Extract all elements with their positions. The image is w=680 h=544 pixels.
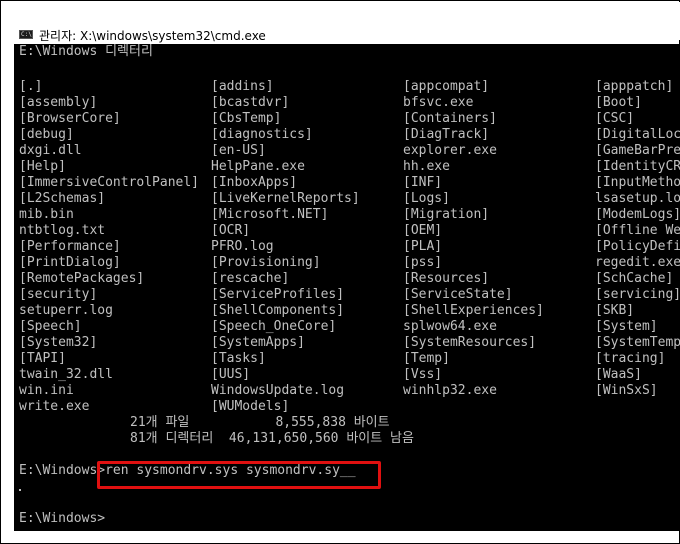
listing-entry: WindowsUpdate.log [211,383,345,398]
listing-entry: [Performance] [19,239,121,254]
listing-entry: [WinSxS] [595,383,658,398]
summary-dirs: 81개 디렉터리 46,131,650,560 바이트 남음 [130,431,414,446]
listing-entry: [TAPI] [19,351,66,366]
listing-entry: [Resources] [403,271,490,286]
listing-entry: [ShellExperiences] [403,303,544,318]
prompt: E:\Windows> [19,463,106,478]
listing-entry: [ImmersiveControlPanel] [19,175,200,190]
listing-entry: [WaaS] [595,367,642,382]
listing-entry: [LiveKernelReports] [211,191,360,206]
command-highlight-box [97,461,381,489]
listing-entry: [SystemApps] [211,335,305,350]
listing-entry: [Microsoft.NET] [211,207,329,222]
listing-entry: [diagnostics] [211,127,313,142]
listing-entry: [CbsTemp] [211,111,282,126]
directory-header: E:\Windows 디렉터리 [19,44,153,59]
listing-entry: [Vss] [403,367,443,382]
listing-entry: ntbtlog.txt [19,223,106,238]
listing-entry: [System] [595,319,658,334]
listing-entry: [IdentityCR [595,159,680,174]
listing-entry: [OEM] [403,223,443,238]
listing-entry: [pss] [403,255,443,270]
listing-entry: [SKB] [595,303,635,318]
cmd-icon: C:\ [19,30,33,39]
listing-entry: [security] [19,287,98,302]
listing-entry: PFRO.log [211,239,274,254]
listing-entry: write.exe [19,399,90,414]
listing-entry: win.ini [19,383,74,398]
listing-entry: [Help] [19,159,66,174]
listing-entry: [Containers] [403,111,497,126]
listing-entry: [UUS] [211,367,251,382]
listing-entry: twain_32.dll [19,367,113,382]
listing-entry: mib.bin [19,207,74,222]
title-bar[interactable]: C:\ 관리자: X:\windows\system32\cmd.exe [2,2,680,43]
listing-entry: winhlp32.exe [403,383,497,398]
window-title: 관리자: X:\windows\system32\cmd.exe [39,29,266,43]
listing-entry: [System32] [19,335,98,350]
listing-entry: [appcompat] [403,79,490,94]
dot-mark [19,489,21,491]
listing-entry: [INF] [403,175,443,190]
summary-files: 21개 파일 8,555,838 바이트 [130,415,390,430]
listing-entry: [PrintDialog] [19,255,121,270]
listing-entry: [RemotePackages] [19,271,145,286]
listing-entry: [SystemTemp [595,335,680,350]
listing-entry: [.] [19,79,43,94]
listing-entry: dxgi.dll [19,143,82,158]
listing-entry: [Migration] [403,207,490,222]
listing-entry: [DigitalLoc [595,127,680,142]
listing-entry: [OCR] [211,223,251,238]
listing-entry: [en-US] [211,143,266,158]
listing-entry: [L2Schemas] [19,191,106,206]
listing-entry: [DiagTrack] [403,127,490,142]
listing-entry: hh.exe [403,159,450,174]
listing-entry: [InboxApps] [211,175,298,190]
listing-entry: lsasetup.lo [595,191,680,206]
listing-entry: [InputMetho [595,175,680,190]
listing-entry: [SystemResources] [403,335,537,350]
listing-entry: splwow64.exe [403,319,497,334]
listing-entry: [PLA] [403,239,443,254]
listing-entry: [ServiceState] [403,287,513,302]
listing-entry: [bcastdvr] [211,95,290,110]
listing-entry: [Boot] [595,95,642,110]
listing-entry: [addins] [211,79,274,94]
listing-entry: [SchCache] [595,271,674,286]
listing-entry: explorer.exe [403,143,497,158]
listing-entry: [ServiceProfiles] [211,287,345,302]
listing-entry: [BrowserCore] [19,111,121,126]
listing-entry: [assembly] [19,95,98,110]
listing-entry: [rescache] [211,271,290,286]
listing-entry: [debug] [19,127,74,142]
listing-entry: [tracing] [595,351,666,366]
listing-entry: HelpPane.exe [211,159,305,174]
listing-entry: regedit.exe [595,255,680,270]
listing-entry: [Logs] [403,191,450,206]
listing-entry: [PolicyDefi [595,239,680,254]
listing-entry: [GameBarPre [595,143,680,158]
listing-entry: [ShellComponents] [211,303,345,318]
cmd-icon-glyph: C:\ [21,31,32,38]
listing-entry: setuperr.log [19,303,113,318]
console-area[interactable]: E:\Windows 디렉터리 [.] [addins] [appcompat] [a… [14,44,680,531]
listing-entry: [Temp] [403,351,450,366]
prompt-line-2[interactable]: E:\Windows> [19,511,105,527]
listing-entry: [Provisioning] [211,255,321,270]
listing-entry: [Offline We [595,223,680,238]
listing-entry: [servicing] [595,287,680,302]
listing-entry: [Speech_OneCore] [211,319,337,334]
listing-entry: [Speech] [19,319,82,334]
prompt: E:\Windows> [19,511,106,526]
listing-entry: [apppatch] [595,79,674,94]
listing-entry: bfsvc.exe [403,95,474,110]
listing-entry: [CSC] [595,111,635,126]
listing-entry: [WUModels] [211,399,290,414]
cmd-window: C:\ 관리자: X:\windows\system32\cmd.exe E:\… [0,0,680,544]
listing-entry: [ModemLogs] [595,207,680,222]
listing-entry: [Tasks] [211,351,266,366]
